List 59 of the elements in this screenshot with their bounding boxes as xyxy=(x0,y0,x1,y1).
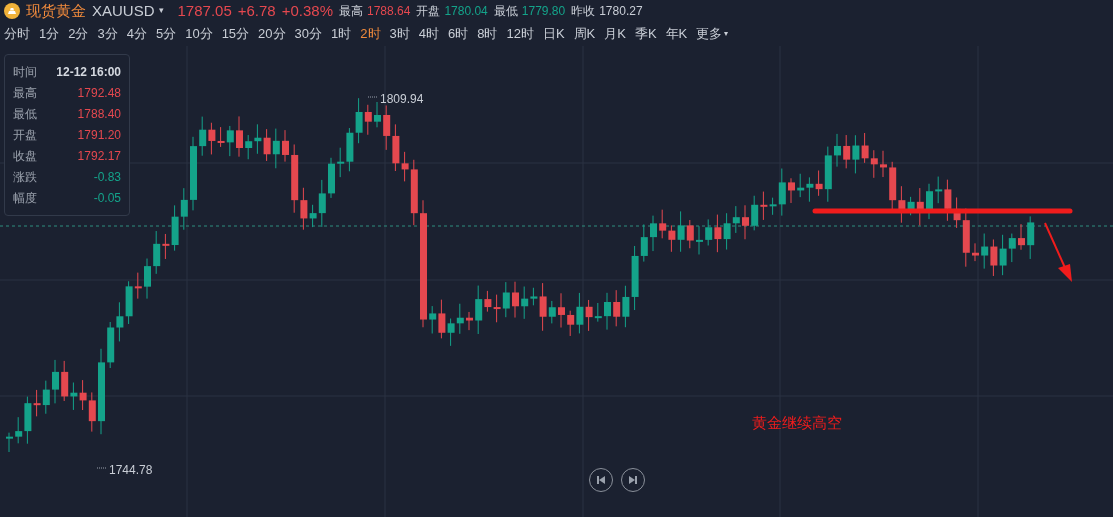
last-price: 1787.05 xyxy=(177,0,232,21)
period-tab[interactable]: 15分 xyxy=(221,24,250,44)
period-tab[interactable]: 2分 xyxy=(68,24,89,44)
info-value: 1792.17 xyxy=(77,148,121,165)
stat-label: 昨收 xyxy=(571,3,596,20)
stat-label: 最低 xyxy=(493,3,518,20)
period-tab[interactable]: 6时 xyxy=(448,24,469,44)
info-value: -0.05 xyxy=(93,190,121,207)
stat-label: 最高 xyxy=(339,3,363,20)
period-tab[interactable]: 分时 xyxy=(4,24,30,44)
period-tab[interactable]: 8时 xyxy=(477,24,498,44)
more-dropdown[interactable]: 更多▾ xyxy=(696,24,729,44)
period-tab[interactable]: 20分 xyxy=(258,24,286,44)
stat-label: 开盘 xyxy=(416,3,441,20)
stat-value: 1788.64 xyxy=(367,3,411,20)
info-label: 涨跌 xyxy=(13,169,37,186)
period-tab[interactable]: 12时 xyxy=(506,24,534,44)
period-tab[interactable]: 日K xyxy=(542,24,565,44)
leader-line xyxy=(96,467,108,469)
info-value: 1791.20 xyxy=(77,127,121,144)
period-tab[interactable]: 周K xyxy=(573,24,596,44)
high-price-label: 1809.94 xyxy=(380,91,424,108)
info-label: 时间 xyxy=(13,64,37,81)
period-tab[interactable]: 4分 xyxy=(126,24,147,44)
info-label: 幅度 xyxy=(13,190,37,207)
info-value: 1788.40 xyxy=(77,106,121,123)
period-tab[interactable]: 30分 xyxy=(294,24,323,44)
stat-value: 1779.80 xyxy=(521,3,566,20)
skip-forward-icon xyxy=(628,475,638,485)
skip-back-icon xyxy=(596,475,606,485)
instrument-name: 现货黄金 xyxy=(26,0,86,21)
info-label: 最低 xyxy=(13,106,37,123)
info-value: -0.83 xyxy=(93,169,121,186)
period-tab[interactable]: 2时 xyxy=(360,24,381,44)
low-price-label: 1744.78 xyxy=(109,462,153,479)
stat-value: 1780.04 xyxy=(444,3,488,20)
ingot-icon xyxy=(4,3,20,19)
period-tab[interactable]: 季K xyxy=(634,24,657,44)
period-tab[interactable]: 4时 xyxy=(418,24,439,44)
info-label: 开盘 xyxy=(13,127,37,144)
period-tab[interactable]: 5分 xyxy=(155,24,177,44)
symbol-dropdown[interactable]: XAUUSD ▾ xyxy=(92,0,164,23)
period-tab[interactable]: 1分 xyxy=(39,24,60,44)
info-time: 12-12 16:00 xyxy=(56,64,121,81)
period-tab[interactable]: 3时 xyxy=(389,24,410,44)
period-tab[interactable]: 月K xyxy=(604,24,626,44)
period-tab[interactable]: 10分 xyxy=(185,24,213,44)
leader-line xyxy=(367,96,379,98)
stat-value: 1780.27 xyxy=(599,3,643,20)
period-tab[interactable]: 年K xyxy=(665,24,688,44)
price-change: +6.78 xyxy=(237,0,276,21)
period-tab[interactable]: 3分 xyxy=(97,24,118,44)
info-value: 1792.48 xyxy=(77,85,121,102)
info-label: 最高 xyxy=(13,85,37,102)
change-percent: +0.38% xyxy=(281,0,333,21)
chart-annotation: 黄金继续高空 xyxy=(752,413,842,433)
info-label: 收盘 xyxy=(13,148,37,165)
down-arrow xyxy=(1044,222,1072,282)
period-tab[interactable]: 1时 xyxy=(331,24,352,44)
